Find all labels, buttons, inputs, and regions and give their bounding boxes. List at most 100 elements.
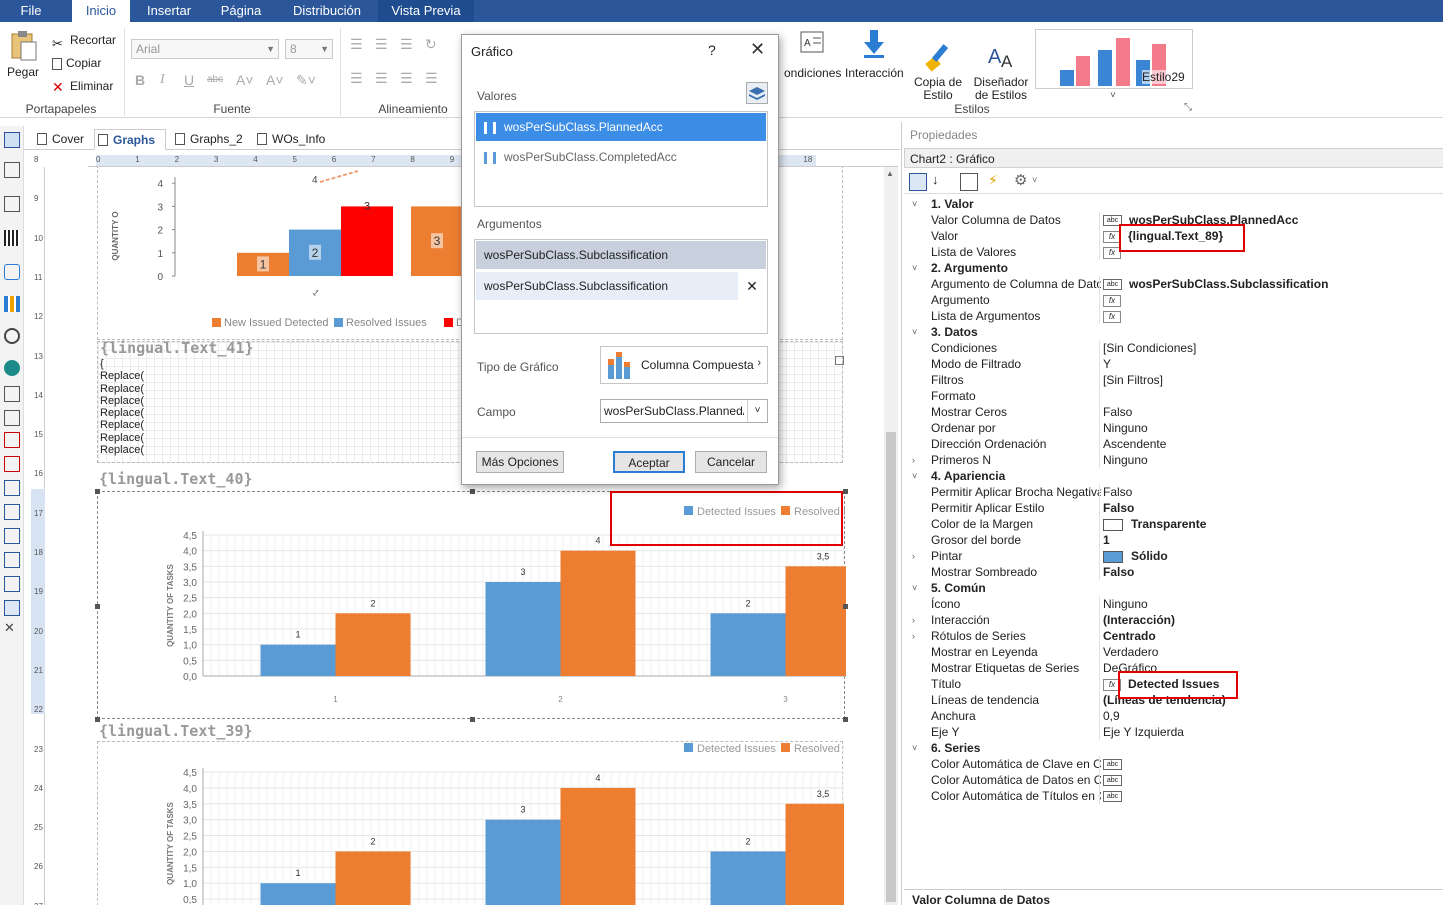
property-value[interactable]: Ninguno: [1103, 452, 1443, 468]
field-combo[interactable]: wosPerSubClass.PlannedAcc ˅: [600, 399, 768, 423]
scroll-up-icon[interactable]: ▲: [886, 169, 894, 178]
property-row[interactable]: Argumento de Columna de Datos abc wosPerSu…: [908, 276, 1443, 292]
chart-type-selector[interactable]: Columna Compuesta ›: [600, 346, 768, 384]
sort-alpha-icon[interactable]: ↓: [932, 172, 939, 187]
align-bottom-icon[interactable]: ☰: [400, 36, 413, 53]
highlight-icon[interactable]: ✎˅: [296, 72, 316, 89]
property-row[interactable]: Formato: [908, 388, 1443, 404]
canvas-vertical-scrollbar[interactable]: ▲: [884, 167, 898, 905]
italic-button[interactable]: I: [160, 72, 165, 88]
tab-pagina[interactable]: Página: [212, 0, 270, 22]
property-value[interactable]: Sólido: [1103, 548, 1443, 564]
chart-band-3[interactable]: 0,5 1,0 1,5 2,0 2,5 3,0 3,5 4,0 4,5 QUANTITY OF T…: [97, 741, 878, 905]
rich-text-icon[interactable]: [4, 410, 20, 426]
chevron-down-icon[interactable]: ˅: [912, 196, 917, 212]
chevron-down-icon[interactable]: ˅: [912, 324, 917, 340]
page-header-icon[interactable]: [4, 162, 20, 178]
bold-button[interactable]: B: [135, 72, 145, 88]
expression-fx-icon[interactable]: fx: [1103, 294, 1121, 307]
property-value[interactable]: Eje Y Izquierda: [1103, 724, 1443, 740]
arguments-list[interactable]: wosPerSubClass.Subclassification wosPerS…: [474, 239, 768, 334]
property-value[interactable]: Ascendente: [1103, 436, 1443, 452]
property-value[interactable]: Falso: [1103, 564, 1443, 580]
subreport-icon[interactable]: [4, 528, 20, 544]
property-value[interactable]: Y: [1103, 356, 1443, 372]
style-preview-gallery[interactable]: Estilo29 ˅: [1035, 29, 1193, 101]
align-justify-icon[interactable]: ☰: [425, 70, 438, 87]
property-row[interactable]: Ícono Ninguno: [908, 596, 1443, 612]
property-row[interactable]: Ordenar por Ninguno: [908, 420, 1443, 436]
property-category[interactable]: ˅ 2. Argumento: [908, 260, 1443, 276]
resize-handle[interactable]: [95, 489, 100, 494]
replace-expression-text[interactable]: {Replace(Replace(Replace(Replace(Replace…: [100, 358, 144, 456]
text-icon[interactable]: [4, 386, 20, 402]
property-value[interactable]: (Interacción): [1103, 612, 1443, 628]
property-row[interactable]: Permitir Aplicar Estilo Falso: [908, 500, 1443, 516]
property-row[interactable]: › Pintar Sólido: [908, 548, 1443, 564]
property-row[interactable]: Grosor del borde 1: [908, 532, 1443, 548]
tab-wos-info[interactable]: WOs_Info: [254, 129, 330, 150]
property-value[interactable]: abc: [1103, 756, 1443, 772]
font-color-icon[interactable]: A˅: [266, 72, 284, 88]
ok-button[interactable]: Aceptar: [613, 451, 685, 473]
picture-icon[interactable]: [4, 600, 20, 616]
rotate-text-icon[interactable]: ↻: [425, 36, 437, 53]
align-center-icon[interactable]: ☰: [375, 70, 388, 87]
selected-object-combo[interactable]: Chart2 : Gráfico: [904, 148, 1443, 168]
property-row[interactable]: Modo de Filtrado Y: [908, 356, 1443, 372]
property-value[interactable]: [Sin Condiciones]: [1103, 340, 1443, 356]
property-row[interactable]: Mostrar Ceros Falso: [908, 404, 1443, 420]
cancel-button[interactable]: Cancelar: [695, 451, 767, 473]
chevron-right-icon[interactable]: ›: [912, 612, 915, 628]
conditions-button[interactable]: A ondiciones: [784, 28, 841, 80]
panel-icon[interactable]: [4, 480, 20, 496]
remove-argument-icon[interactable]: ✕: [738, 272, 766, 300]
dialog-launcher-icon[interactable]: ⤡: [1184, 102, 1192, 113]
clone-icon[interactable]: [4, 504, 20, 520]
table-icon[interactable]: [4, 552, 20, 568]
resize-handle[interactable]: [470, 717, 475, 722]
strikethrough-button[interactable]: abc: [207, 74, 223, 85]
data-band-icon[interactable]: [4, 196, 20, 212]
tab-insertar[interactable]: Insertar: [138, 0, 200, 22]
property-value[interactable]: Ninguno: [1103, 596, 1443, 612]
chevron-down-icon[interactable]: ˅: [912, 580, 917, 596]
property-value[interactable]: Centrado: [1103, 628, 1443, 644]
property-row[interactable]: › Rótulos de Series Centrado: [908, 628, 1443, 644]
property-value[interactable]: 0,9: [1103, 708, 1443, 724]
property-value[interactable]: 1: [1103, 532, 1443, 548]
resize-handle[interactable]: [470, 489, 475, 494]
property-row[interactable]: › Interacción (Interacción): [908, 612, 1443, 628]
align-right-icon[interactable]: ☰: [400, 70, 413, 87]
property-row[interactable]: Color Automática de Datos en Colurabc: [908, 772, 1443, 788]
tab-vista-previa[interactable]: Vista Previa: [378, 0, 474, 22]
shape-icon[interactable]: [4, 264, 20, 280]
text-40-expression[interactable]: {lingual.Text_40}: [99, 470, 253, 488]
scrollbar-thumb[interactable]: [886, 432, 896, 902]
property-value[interactable]: Transparente: [1103, 516, 1443, 532]
property-row[interactable]: Mostrar Sombreado Falso: [908, 564, 1443, 580]
property-value[interactable]: Verdadero: [1103, 644, 1443, 660]
property-value[interactable]: abc: [1103, 788, 1443, 804]
tab-distribucion[interactable]: Distribución: [282, 0, 372, 22]
tools-icon[interactable]: ✕: [4, 620, 20, 636]
copy-button[interactable]: Copiar: [52, 53, 101, 73]
categorized-icon[interactable]: [909, 173, 927, 191]
values-list[interactable]: wosPerSubClass.PlannedAcc wosPerSubClass…: [474, 111, 768, 207]
property-row[interactable]: Filtros [Sin Filtros]: [908, 372, 1443, 388]
text-41-expression[interactable]: {lingual.Text_41}: [100, 339, 254, 357]
underline-button[interactable]: U: [184, 72, 194, 88]
events-lightning-icon[interactable]: ⚡: [988, 172, 998, 189]
chart-icon[interactable]: [4, 296, 20, 312]
text-39-expression[interactable]: {lingual.Text_39}: [99, 722, 253, 740]
barcode-icon[interactable]: [4, 230, 20, 246]
property-row[interactable]: › Primeros N Ninguno: [908, 452, 1443, 468]
property-category[interactable]: ˅ 1. Valor: [908, 196, 1443, 212]
property-row[interactable]: Dirección Ordenación Ascendente: [908, 436, 1443, 452]
resize-handle[interactable]: [843, 489, 848, 494]
property-row[interactable]: Condiciones [Sin Condiciones]: [908, 340, 1443, 356]
property-value[interactable]: fx: [1103, 292, 1443, 308]
property-row[interactable]: Eje Y Eje Y Izquierda: [908, 724, 1443, 740]
property-row[interactable]: Mostrar en Leyenda Verdadero: [908, 644, 1443, 660]
close-button[interactable]: ✕: [750, 39, 765, 60]
